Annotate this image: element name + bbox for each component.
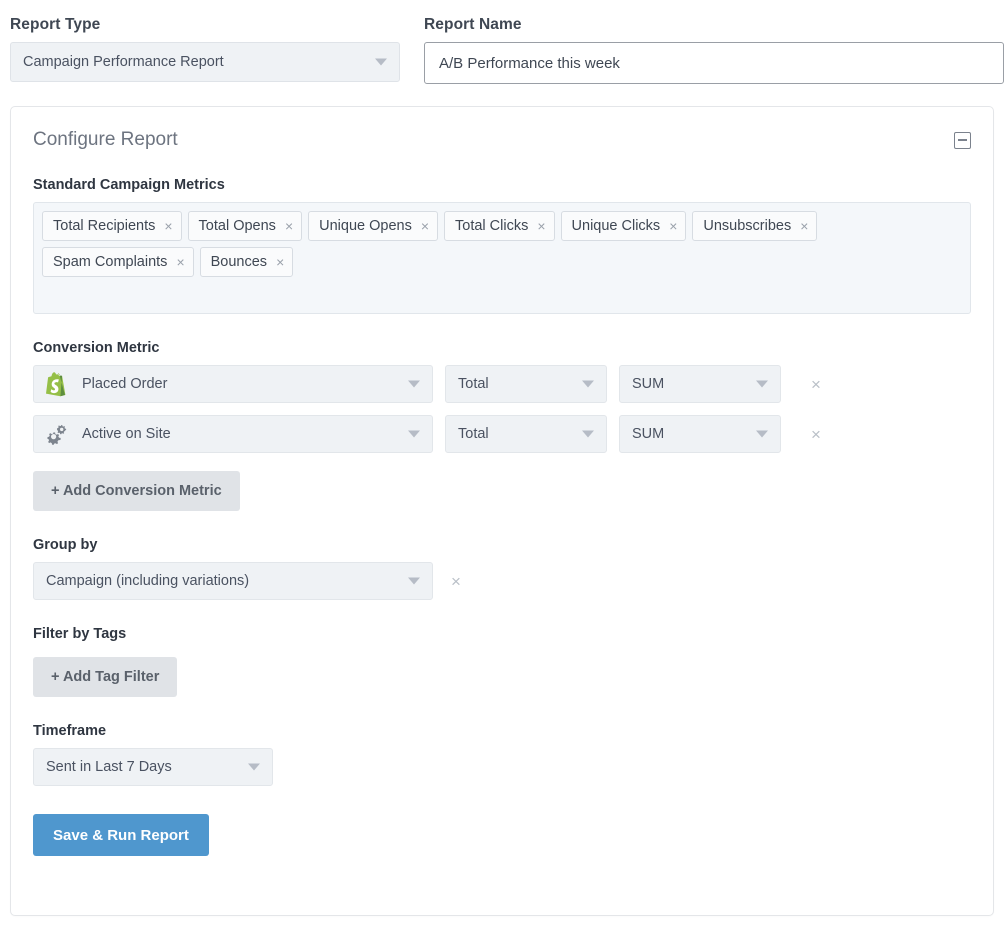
report-name-field: Report Name — [424, 0, 1004, 84]
add-tag-filter-button[interactable]: + Add Tag Filter — [33, 657, 177, 697]
metric-tag[interactable]: Total Clicks × — [444, 211, 555, 241]
remove-group-by-icon[interactable]: × — [451, 573, 461, 590]
conversion-measure-select[interactable]: Total — [445, 415, 607, 453]
metric-tag-label: Total Clicks — [455, 218, 528, 234]
shopify-bag-icon — [44, 371, 70, 397]
metric-tag-label: Total Recipients — [53, 218, 155, 234]
conversion-metric-row: Placed Order Total SUM × — [33, 365, 971, 403]
conversion-metric-value: Placed Order — [82, 376, 167, 392]
remove-metric-tag-icon[interactable]: × — [176, 255, 184, 269]
remove-metric-tag-icon[interactable]: × — [164, 219, 172, 233]
minus-square-icon[interactable] — [954, 132, 971, 149]
chevron-down-icon — [756, 381, 768, 388]
chevron-down-icon — [375, 59, 387, 66]
shopify-bag-icon — [45, 371, 69, 397]
report-name-input[interactable] — [424, 42, 1004, 84]
metric-tag[interactable]: Total Recipients × — [42, 211, 182, 241]
metric-tag[interactable]: Unique Clicks × — [561, 211, 687, 241]
conversion-metric-value: Active on Site — [82, 426, 171, 442]
conversion-metric-select[interactable]: Active on Site — [33, 415, 433, 453]
remove-metric-tag-icon[interactable]: × — [285, 219, 293, 233]
chevron-down-icon — [582, 381, 594, 388]
standard-metrics-label: Standard Campaign Metrics — [33, 177, 971, 193]
remove-metric-tag-icon[interactable]: × — [421, 219, 429, 233]
chevron-down-icon — [408, 381, 420, 388]
metric-tag[interactable]: Bounces × — [200, 247, 294, 277]
metric-tag-label: Bounces — [211, 254, 267, 270]
metric-tag-label: Unsubscribes — [703, 218, 791, 234]
add-conversion-metric-button[interactable]: + Add Conversion Metric — [33, 471, 240, 511]
metric-tag[interactable]: Spam Complaints × — [42, 247, 194, 277]
gears-icon — [44, 421, 70, 447]
report-type-field: Report Type Campaign Performance Report — [10, 0, 400, 84]
chevron-down-icon — [408, 431, 420, 438]
report-type-value: Campaign Performance Report — [23, 54, 224, 70]
timeframe-value: Sent in Last 7 Days — [46, 759, 172, 775]
report-header-row: Report Type Campaign Performance Report … — [0, 0, 1004, 84]
conversion-measure-select[interactable]: Total — [445, 365, 607, 403]
conversion-aggregation-select-value: SUM — [632, 426, 664, 442]
remove-conversion-metric-icon[interactable]: × — [811, 426, 821, 443]
conversion-measure-select-value: Total — [458, 426, 489, 442]
group-by-select[interactable]: Campaign (including variations) — [33, 562, 433, 600]
report-type-label: Report Type — [10, 0, 400, 42]
remove-metric-tag-icon[interactable]: × — [537, 219, 545, 233]
save-and-run-report-button[interactable]: Save & Run Report — [33, 814, 209, 856]
metric-tag[interactable]: Unsubscribes × — [692, 211, 817, 241]
remove-metric-tag-icon[interactable]: × — [276, 255, 284, 269]
metric-tag-label: Spam Complaints — [53, 254, 167, 270]
conversion-metric-row: Active on Site Total SUM × — [33, 415, 971, 453]
page-title: Configure Report — [33, 129, 178, 151]
group-by-value: Campaign (including variations) — [46, 573, 249, 589]
timeframe-select[interactable]: Sent in Last 7 Days — [33, 748, 273, 786]
chevron-down-icon — [756, 431, 768, 438]
configure-report-header: Configure Report — [11, 107, 993, 151]
conversion-aggregation-select[interactable]: SUM — [619, 365, 781, 403]
configure-report-body: Standard Campaign Metrics Total Recipien… — [11, 177, 993, 856]
gears-icon — [44, 421, 70, 447]
metric-tag[interactable]: Total Opens × — [188, 211, 303, 241]
conversion-metric-label: Conversion Metric — [33, 340, 971, 356]
conversion-aggregation-select[interactable]: SUM — [619, 415, 781, 453]
group-by-label: Group by — [33, 537, 971, 553]
report-type-select[interactable]: Campaign Performance Report — [10, 42, 400, 82]
metric-tag-label: Unique Opens — [319, 218, 412, 234]
timeframe-label: Timeframe — [33, 723, 971, 739]
conversion-aggregation-select-value: SUM — [632, 376, 664, 392]
remove-conversion-metric-icon[interactable]: × — [811, 376, 821, 393]
remove-metric-tag-icon[interactable]: × — [800, 219, 808, 233]
group-by-row: Campaign (including variations) × — [33, 562, 971, 600]
standard-metrics-tag-box[interactable]: Total Recipients×Total Opens×Unique Open… — [33, 202, 971, 314]
metric-tag-label: Total Opens — [199, 218, 276, 234]
conversion-measure-select-value: Total — [458, 376, 489, 392]
conversion-metric-rows: Placed Order Total SUM × Active on Site Total… — [33, 365, 971, 453]
metric-tag-label: Unique Clicks — [572, 218, 661, 234]
chevron-down-icon — [582, 431, 594, 438]
conversion-metric-select[interactable]: Placed Order — [33, 365, 433, 403]
metric-tag[interactable]: Unique Opens × — [308, 211, 438, 241]
report-name-label: Report Name — [424, 0, 1004, 42]
chevron-down-icon — [408, 578, 420, 585]
configure-report-card: Configure Report Standard Campaign Metri… — [10, 106, 994, 916]
filter-by-tags-label: Filter by Tags — [33, 626, 971, 642]
remove-metric-tag-icon[interactable]: × — [669, 219, 677, 233]
chevron-down-icon — [248, 764, 260, 771]
